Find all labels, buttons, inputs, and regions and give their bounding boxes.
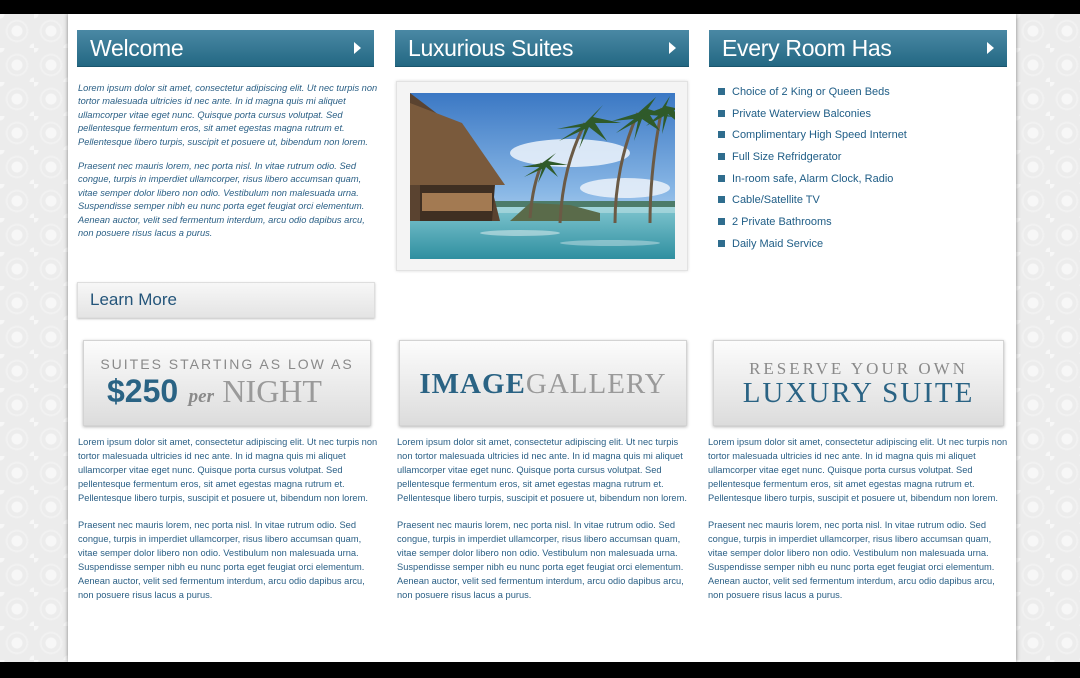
image-gallery-banner[interactable]: IMAGEGALLERY — [399, 340, 687, 426]
price-promo-line1: SUITES STARTING AS LOW AS — [100, 356, 354, 372]
arrow-right-icon — [669, 42, 676, 54]
column-paragraph: Praesent nec mauris lorem, nec porta nis… — [397, 520, 684, 600]
list-item: Cable/Satellite TV — [718, 192, 907, 214]
gallery-label: IMAGEGALLERY — [400, 368, 686, 401]
list-item: Daily Maid Service — [718, 236, 907, 258]
welcome-header[interactable]: Welcome — [77, 30, 374, 67]
column-left-text: Lorem ipsum dolor sit amet, consectetur … — [78, 436, 378, 616]
welcome-paragraph: Lorem ipsum dolor sit amet, consectetur … — [78, 83, 378, 147]
column-paragraph: Praesent nec mauris lorem, nec porta nis… — [708, 520, 995, 600]
gallery-light: GALLERY — [525, 368, 667, 400]
learn-more-label: Learn More — [90, 290, 177, 309]
welcome-title: Welcome — [90, 35, 184, 61]
room-header[interactable]: Every Room Has — [709, 30, 1007, 67]
top-black-bar — [0, 0, 1080, 14]
price-amount: $250 — [107, 373, 179, 409]
column-paragraph: Lorem ipsum dolor sit amet, consectetur … — [397, 437, 687, 503]
column-paragraph: Praesent nec mauris lorem, nec porta nis… — [78, 520, 365, 600]
list-item: Private Waterview Balconies — [718, 106, 907, 128]
bottom-black-bar — [0, 662, 1080, 678]
arrow-right-icon — [354, 42, 361, 54]
list-item: Complimentary High Speed Internet — [718, 127, 907, 149]
column-middle-text: Lorem ipsum dolor sit amet, consectetur … — [397, 436, 689, 616]
reserve-suite-banner[interactable]: RESERVE YOUR OWN LUXURY SUITE — [713, 340, 1004, 426]
room-features-list: Choice of 2 King or Queen Beds Private W… — [718, 84, 907, 258]
suites-header[interactable]: Luxurious Suites — [395, 30, 689, 67]
welcome-text: Lorem ipsum dolor sit amet, consectetur … — [78, 82, 378, 251]
column-paragraph: Lorem ipsum dolor sit amet, consectetur … — [78, 437, 378, 503]
welcome-paragraph: Praesent nec mauris lorem, nec porta nis… — [78, 161, 365, 239]
reserve-line1: RESERVE YOUR OWN — [749, 359, 968, 378]
column-right-text: Lorem ipsum dolor sit amet, consectetur … — [708, 436, 1008, 616]
reserve-line2: LUXURY SUITE — [742, 377, 975, 409]
suites-title: Luxurious Suites — [408, 35, 574, 61]
background-pattern-right — [1016, 14, 1080, 662]
list-item: 2 Private Bathrooms — [718, 214, 907, 236]
price-per: per — [188, 386, 214, 407]
price-promo-line2: $250 per NIGHT — [107, 373, 322, 410]
resort-pool-image[interactable] — [410, 93, 675, 259]
background-pattern-left — [0, 14, 68, 662]
list-item: Full Size Refridgerator — [718, 149, 907, 171]
arrow-right-icon — [987, 42, 994, 54]
list-item: In-room safe, Alarm Clock, Radio — [718, 171, 907, 193]
suites-photo-frame — [396, 81, 688, 271]
column-paragraph: Lorem ipsum dolor sit amet, consectetur … — [708, 437, 1008, 503]
price-night: NIGHT — [222, 373, 322, 409]
price-promo-banner[interactable]: SUITES STARTING AS LOW AS $250 per NIGHT — [83, 340, 371, 426]
gallery-bold: IMAGE — [419, 368, 526, 400]
learn-more-button[interactable]: Learn More — [77, 282, 375, 318]
list-item: Choice of 2 King or Queen Beds — [718, 84, 907, 106]
room-title: Every Room Has — [722, 35, 892, 61]
page-content: Welcome Luxurious Suites Every Room Has … — [68, 14, 1016, 662]
